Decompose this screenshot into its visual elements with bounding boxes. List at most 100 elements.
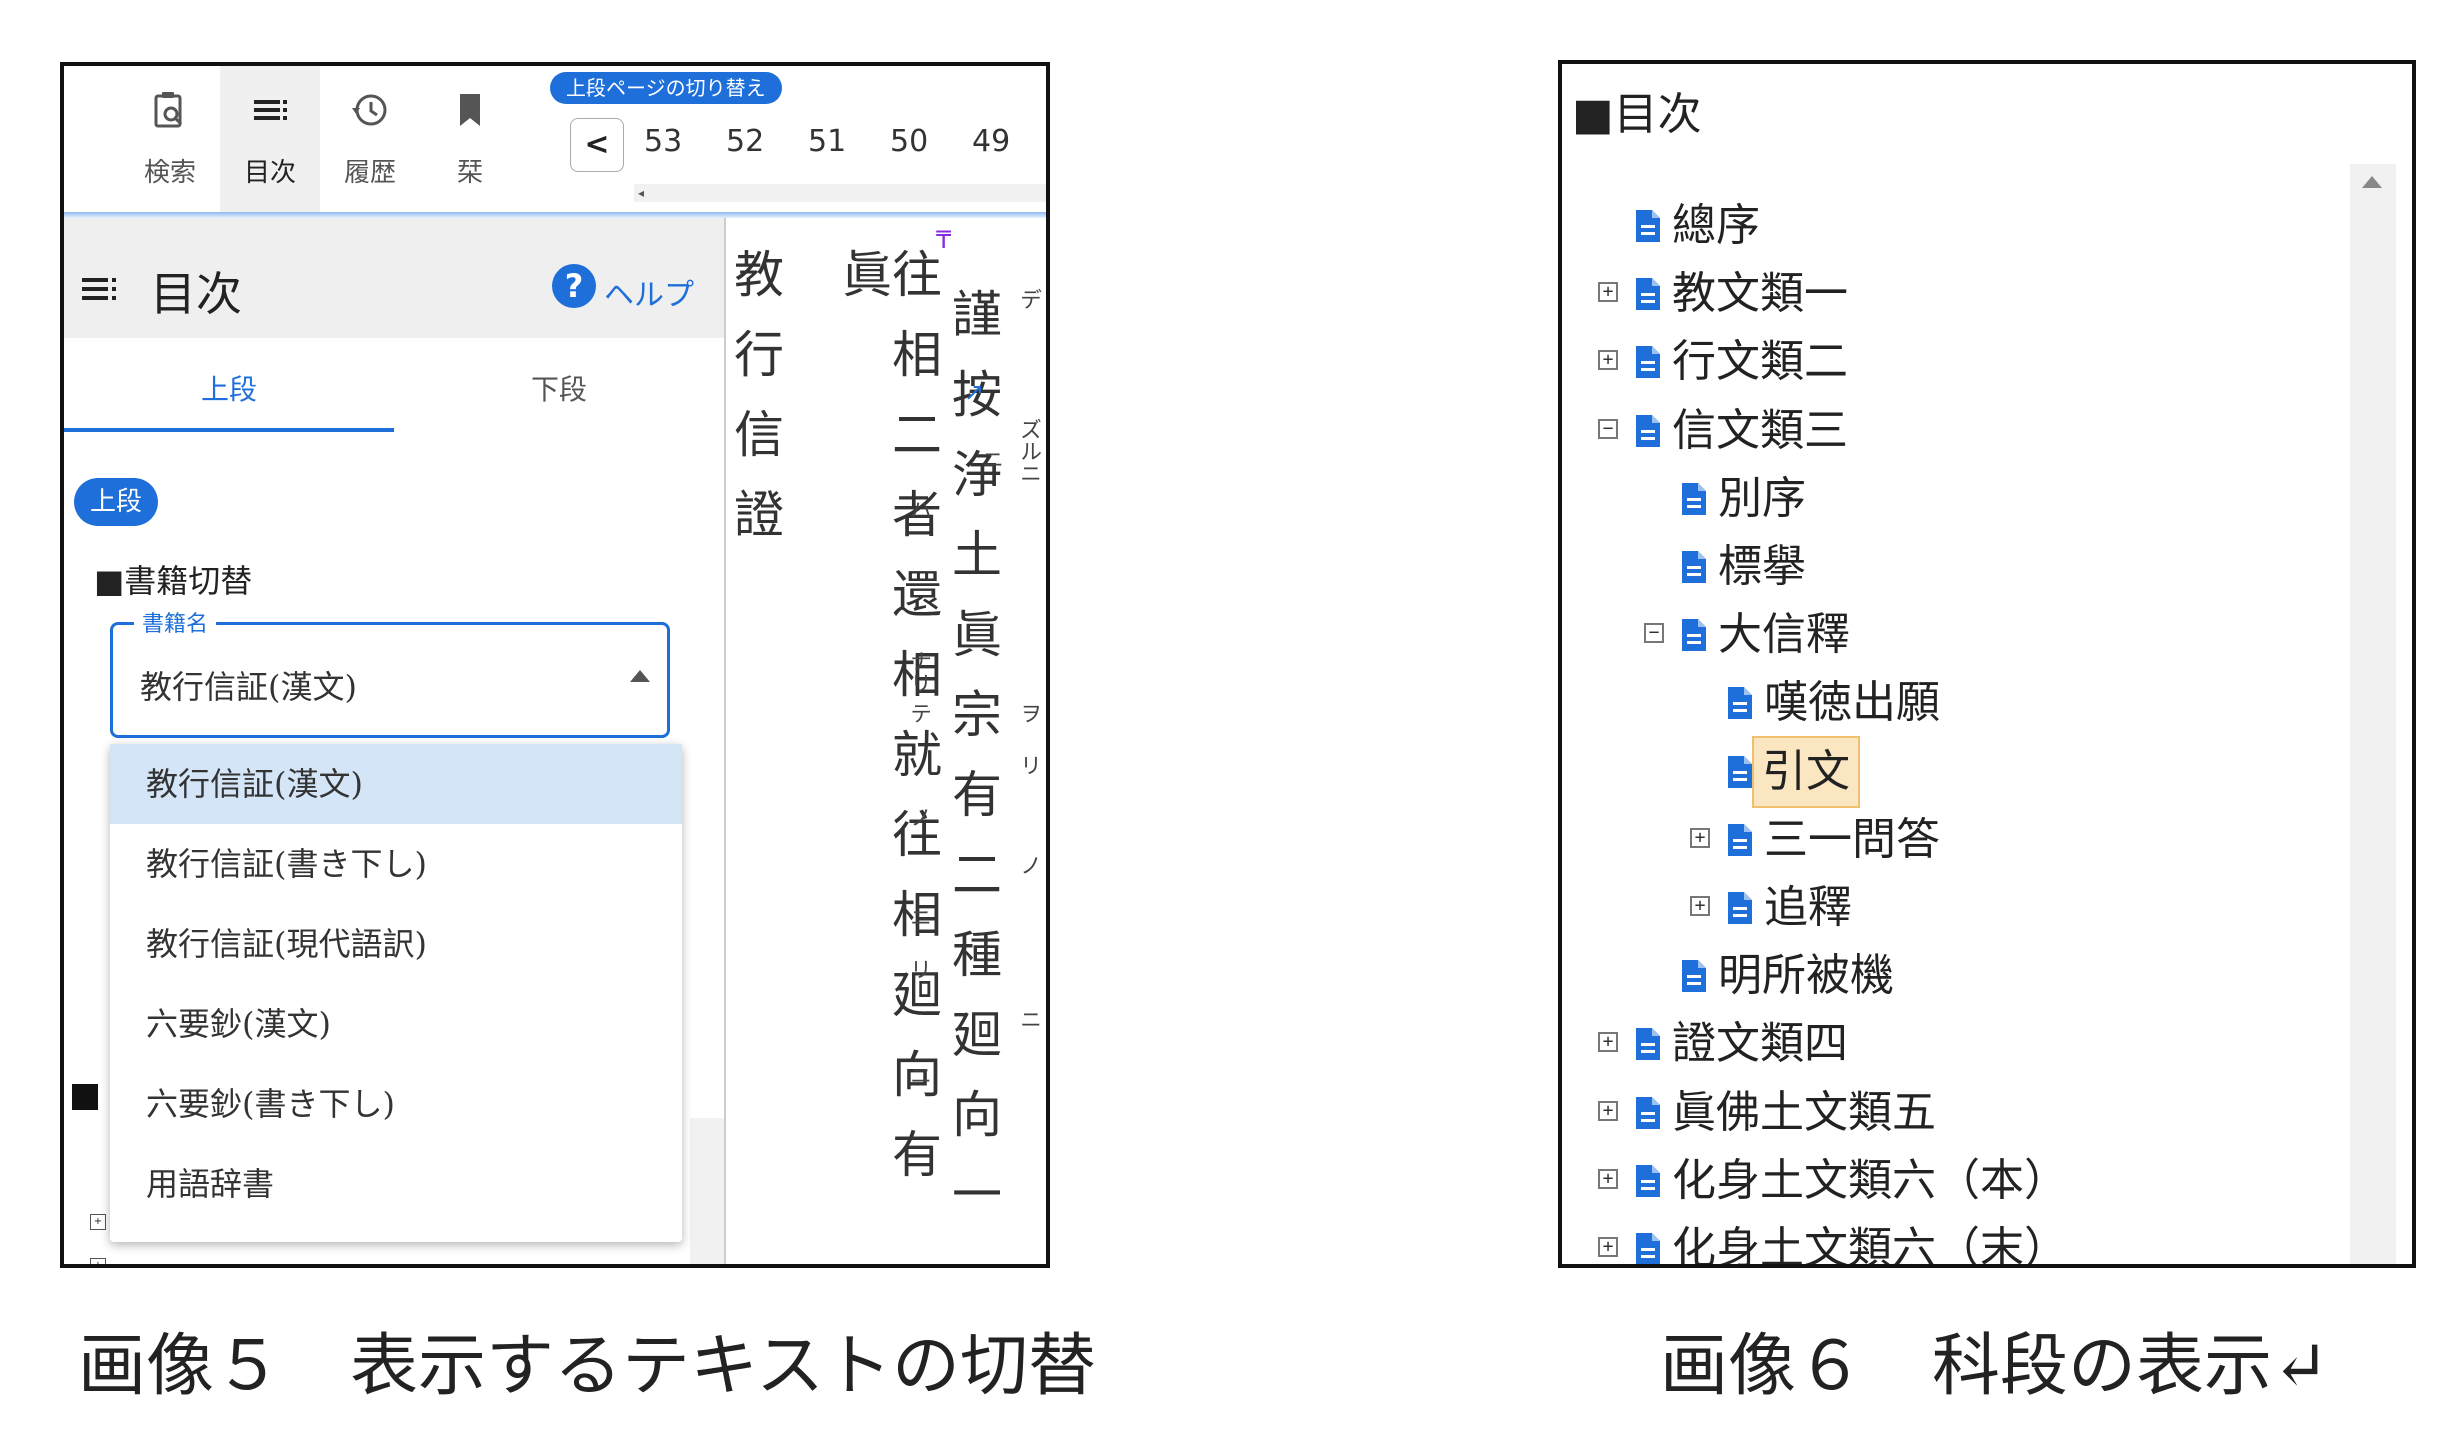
tree-node-label: 別序 [1718,472,1806,524]
section-bullet [72,1084,98,1110]
section-tree-screenshot: ■目次 總序 + 教文類一 + 行文類二 − 信文類三 別序 標擧 − 大信釋 嘆徳出願 引文 + 三一問答… [1558,60,2416,1268]
document-icon [1636,414,1660,447]
scroll-left-arrow-icon[interactable]: ◂ [638,184,644,202]
tree-node-label: 教文類一 [1672,268,1848,320]
tool-bookmark-label: 栞 [456,158,483,188]
link-arrow-icon[interactable]: ↗ [964,378,984,406]
help-icon[interactable]: ? [552,264,596,308]
expand-toggle-icon[interactable]: + [1598,1032,1618,1053]
tool-toc-label: 目次 [243,158,296,188]
tree-node[interactable]: − 信文類三 [1562,397,2342,465]
page-number[interactable]: 49 [972,124,1010,159]
document-icon [1636,1028,1660,1061]
book-dropdown-menu: 教行信証(漢文) 教行信証(書き下し) 教行信証(現代語訳) 六要鈔(漢文) 六… [110,744,682,1242]
page-number[interactable]: 52 [726,124,764,159]
tree-node[interactable]: 引文 [1562,735,2342,808]
page-number[interactable]: 53 [644,124,682,159]
vertical-scrollbar[interactable] [690,1118,724,1264]
search-clipboard-icon [154,92,183,128]
tree-node[interactable]: + 追釋 [1562,874,2342,942]
ruby-text: ズルニ [1016,418,1041,484]
document-icon [1636,1096,1660,1129]
expand-toggle-icon[interactable]: + [90,1258,106,1264]
tree-node[interactable]: + 眞佛土文類五 [1562,1079,2342,1147]
scroll-up-arrow-icon[interactable] [2362,176,2382,188]
bookmark-icon [460,94,480,126]
tree-node-label: 明所被機 [1718,950,1894,1002]
tree-node-label: 證文類四 [1672,1018,1848,1070]
tree-node[interactable]: − 大信釋 [1562,601,2342,669]
collapse-toggle-icon[interactable]: − [1598,418,1618,439]
toolbar: 検索 目次 履歴 栞 上段ページの切り替え < 53 52 51 50 49 ◂ [64,66,1046,216]
expand-toggle-icon[interactable]: + [1690,896,1710,916]
tree-node-label: 眞佛土文類五 [1672,1086,1936,1138]
list-icon [82,278,116,300]
active-tab-indicator [64,428,394,432]
tree-node[interactable]: + 化身土文類六（本） [1562,1147,2342,1215]
document-icon [1636,1164,1660,1197]
help-link[interactable]: ヘルプ [604,270,694,314]
text-switch-screenshot: 検索 目次 履歴 栞 上段ページの切り替え < 53 52 51 50 49 ◂… [60,62,1050,1268]
tree-node[interactable]: 明所被機 [1562,942,2342,1010]
document-icon [1682,960,1706,993]
ruby-text: リ [1016,754,1041,776]
tree-node[interactable]: 總序 [1562,192,2342,260]
text-column: 教行信證 [726,248,784,568]
ruby-text: ヲ [1016,702,1041,724]
document-icon [1728,687,1752,720]
ruby-text: ハ [906,498,931,520]
horizontal-scrollbar[interactable] [634,184,1046,202]
tab-lower[interactable]: 下段 [394,368,724,408]
document-icon [1728,892,1752,924]
text-column: 往相二者還相就往相廻向有眞 [834,248,942,1208]
tree-node-label: 嘆徳出願 [1764,677,1940,729]
tree-node[interactable]: + 行文類二 [1562,328,2342,396]
dropdown-option[interactable]: 用語辞書 [110,1144,682,1224]
toc-title: 目次 [150,267,242,321]
expand-toggle-icon[interactable]: + [1598,1168,1618,1189]
text-column: 謹按浄土眞宗有二種廻向一 [944,288,1002,1248]
tree-node[interactable]: + 化身土文類六（末） [1562,1215,2342,1264]
tree-node-label: 三一問答 [1764,813,1940,865]
expand-toggle-icon[interactable]: + [1598,1100,1618,1121]
tool-history[interactable]: 履歴 [320,66,420,216]
expand-toggle-icon[interactable]: + [1598,350,1618,371]
tab-upper[interactable]: 上段 [64,368,394,408]
dropdown-option[interactable]: 六要鈔(書き下し) [110,1064,682,1144]
document-icon [1636,210,1660,242]
dropdown-option[interactable]: 六要鈔(漢文) [110,984,682,1064]
page-number[interactable]: 50 [890,124,928,159]
expand-toggle-icon[interactable]: + [90,1214,106,1230]
tool-bookmark[interactable]: 栞 [420,66,520,216]
dropdown-option[interactable]: 教行信証(現代語訳) [110,904,682,984]
expand-toggle-icon[interactable]: + [1598,1237,1618,1257]
pin-icon[interactable]: ₸ [936,226,951,254]
prev-page-button[interactable]: < [570,118,624,172]
page-number[interactable]: 51 [808,124,846,159]
expand-toggle-icon[interactable]: + [1690,827,1710,848]
ruby-text: ノ [906,806,931,828]
upper-chip: 上段 [74,478,159,526]
caret-up-icon[interactable] [630,670,650,682]
tree-node[interactable]: + 三一問答 [1562,806,2342,874]
tree-node-label: 大信釋 [1718,609,1850,661]
tree-node[interactable]: 嘆徳出願 [1562,669,2342,737]
tree-node-label: 標擧 [1718,541,1806,592]
tree-node[interactable]: 別序 [1562,465,2342,533]
ruby-text: テ [906,702,931,724]
tool-toc[interactable]: 目次 [220,66,320,216]
collapse-toggle-icon[interactable]: − [1644,623,1664,644]
dropdown-option[interactable]: 教行信証(書き下し) [110,824,682,904]
book-select-value: 教行信証(漢文) [140,668,357,706]
tool-search[interactable]: 検索 [120,66,220,216]
vertical-scrollbar[interactable] [2350,164,2396,1264]
list-icon [254,100,287,120]
ruby-text: ノ [1016,854,1041,876]
expand-toggle-icon[interactable]: + [1598,282,1618,303]
tree-node[interactable]: 標擧 [1562,533,2342,601]
ruby-text: ニ [1016,1008,1041,1030]
history-icon [352,94,387,126]
tree-node[interactable]: + 證文類四 [1562,1010,2342,1078]
tree-node[interactable]: + 教文類一 [1562,260,2342,328]
dropdown-option[interactable]: 教行信証(漢文) [110,744,682,824]
